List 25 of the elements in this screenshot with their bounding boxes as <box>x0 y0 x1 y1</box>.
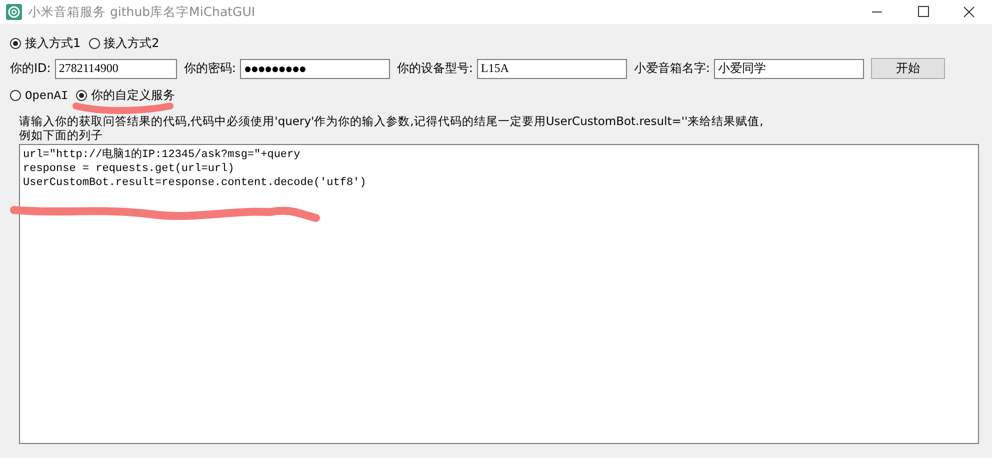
input-field[interactable]: 小爱同学 <box>714 58 864 78</box>
radio-label[interactable]: 接入方式2 <box>104 35 160 52</box>
radio-button[interactable] <box>10 38 21 49</box>
field-label: 你的密码: <box>184 60 236 77</box>
input-field[interactable]: 2782114900 <box>54 58 177 78</box>
radio-label[interactable]: 接入方式1 <box>25 35 81 52</box>
radio-button[interactable] <box>10 90 21 101</box>
code-line: url="http://电脑1的IP:12345/ask?msg="+query <box>23 148 302 162</box>
code-line: response = requests.get(url=url) <box>23 162 236 176</box>
start-button[interactable]: 开始 <box>870 58 945 79</box>
input-field[interactable]: L15A <box>476 58 627 78</box>
window-title: 小米音箱服务 github库名字MiChatGUI <box>28 4 256 20</box>
instruction-text: 例如下面的列子 <box>19 128 104 142</box>
field-label: 你的ID: <box>10 60 51 77</box>
radio-label[interactable]: OpenAI <box>25 88 68 102</box>
radio-label[interactable]: 你的自定义服务 <box>91 87 176 104</box>
radio-button[interactable] <box>76 90 88 101</box>
field-label: 你的设备型号: <box>396 60 473 77</box>
code-line: UserCustomBot.result=response.content.decode('utf8') <box>23 176 368 190</box>
password-field[interactable]: ●●●●●●●●● <box>240 58 390 78</box>
code-editor[interactable]: url="http://电脑1的IP:12345/ask?msg="+query response = requests.get(url=url) UserCustomBot.result=response.content.decode('utf8') <box>19 144 979 444</box>
app-logo-icon <box>6 4 22 20</box>
field-label: 小爱音箱名字: <box>634 60 710 77</box>
radio-button[interactable] <box>88 38 100 49</box>
instruction-text: 请输入你的获取问答结果的代码,代码中必须使用'query'作为你的输入参数,记得代码的结尾一定要用UserCustomBot.result=''来给结果赋值, <box>19 114 764 128</box>
